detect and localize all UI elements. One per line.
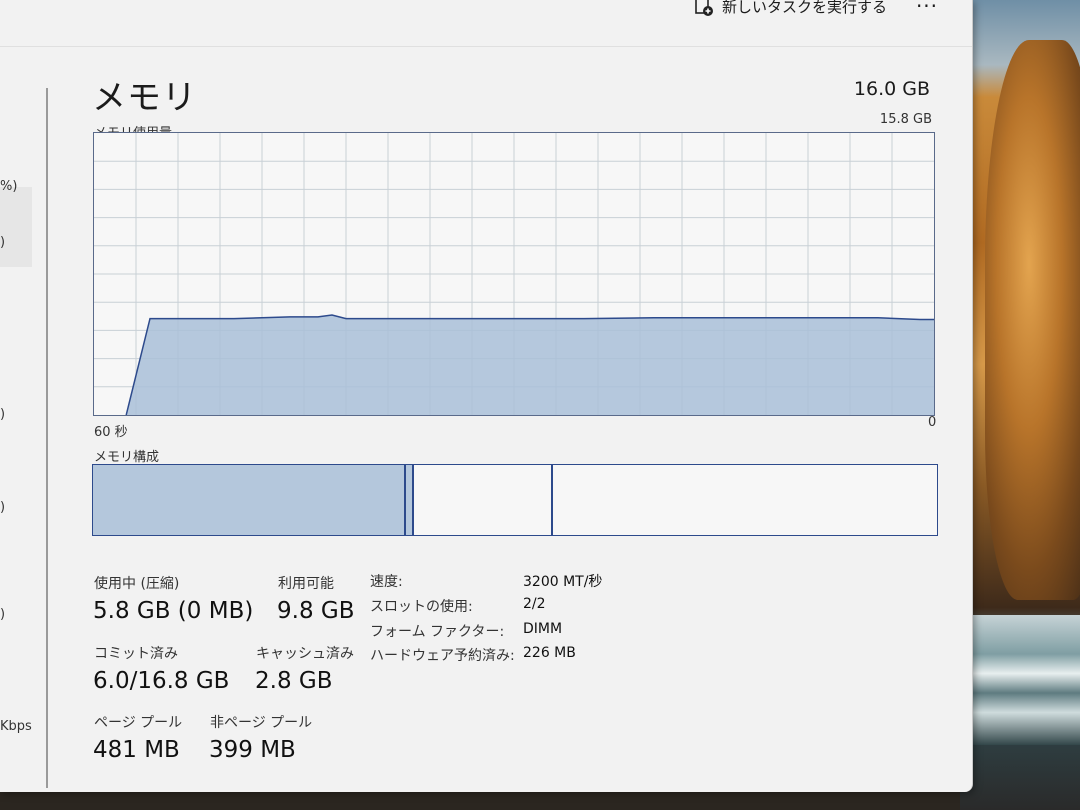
committed-label: コミット済み: [94, 646, 178, 662]
paged-pool-value: 481 MB: [93, 737, 180, 763]
hardware-reserved-label: ハードウェア予約済み:: [370, 648, 515, 664]
nonpaged-pool-value: 399 MB: [209, 737, 296, 763]
run-task-icon: [694, 0, 714, 17]
wallpaper-rock: [985, 40, 1080, 600]
wallpaper-sea: [960, 615, 1080, 745]
memory-composition-bar: [92, 464, 938, 536]
sidebar-item-selected[interactable]: [0, 187, 32, 267]
committed-value: 6.0/16.8 GB: [93, 668, 230, 694]
memory-usage-graph: [93, 132, 935, 416]
run-task-label: 新しいタスクを実行する: [722, 0, 888, 16]
usage-graph-svg: [94, 133, 934, 415]
page-title: メモリ: [92, 78, 197, 118]
cached-value: 2.8 GB: [255, 668, 333, 694]
axis-left-label: 60 秒: [94, 425, 128, 440]
usage-graph-max: 15.8 GB: [879, 112, 932, 127]
available-value: 9.8 GB: [277, 598, 355, 624]
sidebar-item-fragment[interactable]: %): [0, 179, 17, 194]
in-use-value: 5.8 GB (0 MB): [93, 598, 254, 624]
total-memory: 16.0 GB: [853, 78, 930, 100]
paged-pool-label: ページ プール: [94, 715, 183, 731]
sidebar-item-fragment[interactable]: ): [0, 235, 5, 250]
sidebar-item-fragment[interactable]: ): [0, 407, 5, 422]
speed-value: 3200 MT/秒: [523, 574, 603, 590]
form-factor-label: フォーム ファクター:: [370, 624, 505, 640]
form-factor-value: DIMM: [523, 621, 563, 637]
composition-label: メモリ構成: [94, 450, 160, 465]
slots-used-label: スロットの使用:: [370, 599, 473, 615]
composition-modified[interactable]: [406, 465, 414, 535]
toolbar: 新しいタスクを実行する ···: [0, 0, 972, 47]
available-label: 利用可能: [278, 576, 334, 592]
hardware-reserved-value: 226 MB: [523, 645, 576, 661]
run-new-task-button[interactable]: 新しいタスクを実行する: [694, 0, 887, 17]
sidebar: %) ) ) ) ) Kbps: [0, 47, 48, 792]
composition-standby[interactable]: [414, 465, 553, 535]
usage-area: [126, 315, 934, 415]
in-use-label: 使用中 (圧縮): [94, 576, 180, 592]
sidebar-item-fragment[interactable]: ): [0, 607, 5, 622]
more-options-button[interactable]: ···: [910, 0, 944, 18]
nonpaged-pool-label: 非ページ プール: [210, 715, 313, 731]
axis-right-label: 0: [928, 415, 937, 430]
sidebar-item-fragment[interactable]: Kbps: [0, 719, 32, 734]
task-manager-window: 新しいタスクを実行する ··· %) ) ) ) ) Kbps メモリ 16.0…: [0, 0, 973, 792]
composition-in-use[interactable]: [93, 465, 406, 535]
sidebar-divider: [46, 88, 48, 788]
ellipsis-icon: ···: [915, 0, 939, 18]
composition-free[interactable]: [553, 465, 937, 535]
cached-label: キャッシュ済み: [256, 646, 354, 662]
speed-label: 速度:: [370, 574, 403, 590]
sidebar-item-fragment[interactable]: ): [0, 500, 5, 515]
slots-used-value: 2/2: [523, 596, 546, 612]
